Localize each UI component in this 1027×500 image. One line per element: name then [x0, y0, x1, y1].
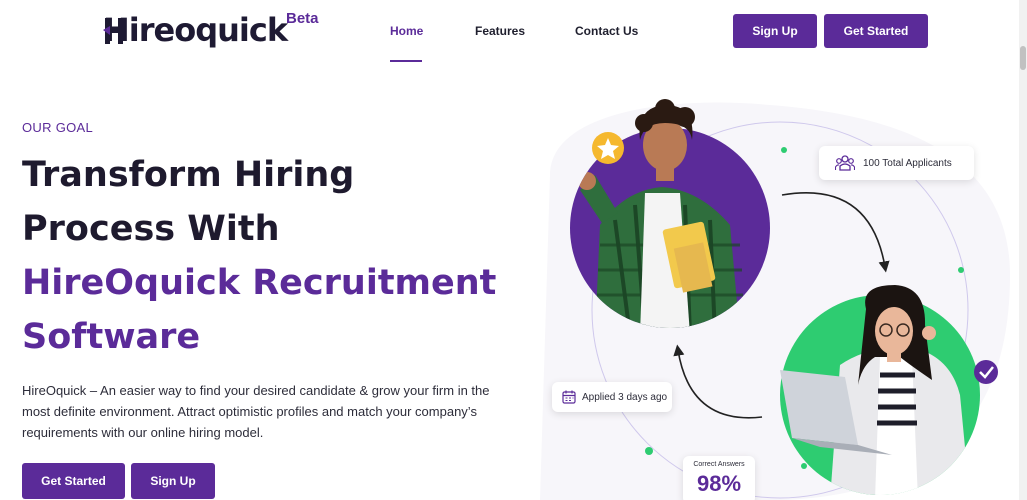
header-signup-button[interactable]: Sign Up: [733, 14, 817, 48]
hero-description: HireOquick – An easier way to find your …: [22, 383, 490, 440]
check-icon: [974, 360, 998, 384]
logo-mark-icon: [103, 18, 123, 44]
beta-badge: Beta: [286, 10, 319, 27]
orbit-dot: [958, 267, 964, 273]
answers-card: Correct Answers 98%: [683, 456, 755, 500]
site-header: Hireoquick Beta Home Features Contact Us…: [0, 0, 1027, 64]
scroll-thumb[interactable]: [1020, 46, 1026, 70]
orbit-dot: [801, 463, 807, 469]
nav-home[interactable]: Home: [390, 24, 423, 38]
applied-card: Applied 3 days ago: [552, 382, 672, 412]
applicants-card: 100 Total Applicants: [819, 146, 974, 180]
header-get-started-button[interactable]: Get Started: [824, 14, 928, 48]
orbit-dot: [645, 447, 653, 455]
applicants-count: 100 Total Applicants: [863, 157, 952, 169]
orbit-dot: [781, 147, 787, 153]
hero-headline: Transform Hiring Process With HireOquick…: [22, 148, 496, 364]
headline-line-2: Process With: [22, 209, 280, 249]
headline-line-1: Transform Hiring: [22, 155, 355, 195]
nav-contact-us[interactable]: Contact Us: [575, 24, 638, 38]
eyebrow-label: OUR GOAL: [22, 120, 94, 135]
headline-line-4: Software: [22, 317, 201, 357]
scrollbar[interactable]: [1019, 0, 1027, 500]
answers-value: 98%: [696, 471, 742, 496]
hero-get-started-button[interactable]: Get Started: [22, 463, 125, 499]
hero-signup-button[interactable]: Sign Up: [131, 463, 215, 499]
star-icon: [592, 132, 624, 164]
applied-date: Applied 3 days ago: [582, 391, 668, 403]
users-icon: [835, 155, 855, 171]
logo-text: Hireoquick: [103, 11, 288, 49]
nav-features[interactable]: Features: [475, 24, 525, 38]
answers-label: Correct Answers: [693, 461, 745, 468]
hero-illustration: 100 Total Applicants Applied 3 days ago …: [540, 95, 1020, 500]
logo[interactable]: Hireoquick: [103, 10, 288, 50]
calendar-icon: [562, 390, 576, 404]
headline-line-3: HireOquick Recruitment: [22, 263, 497, 303]
active-nav-indicator: [390, 60, 422, 62]
